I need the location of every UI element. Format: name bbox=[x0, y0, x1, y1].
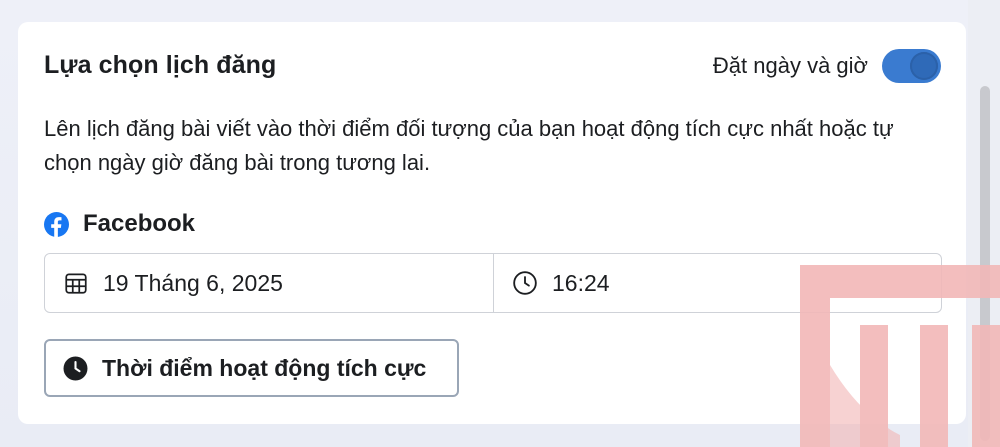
date-picker[interactable]: 19 Tháng 6, 2025 bbox=[45, 254, 494, 312]
time-picker[interactable]: 16:24 bbox=[494, 254, 610, 312]
active-times-label: Thời điểm hoạt động tích cực bbox=[102, 354, 427, 381]
card-description: Lên lịch đăng bài viết vào thời điểm đối… bbox=[44, 116, 894, 175]
platform-name: Facebook bbox=[83, 210, 196, 237]
card-title: Lựa chọn lịch đăng bbox=[44, 51, 277, 79]
facebook-icon bbox=[44, 211, 69, 237]
date-value: 19 Tháng 6, 2025 bbox=[103, 269, 283, 296]
scrollbar-track[interactable] bbox=[968, 0, 1000, 447]
schedule-datetime: 19 Tháng 6, 2025 16:24 bbox=[44, 253, 942, 313]
calendar-icon bbox=[65, 273, 87, 294]
clock-icon bbox=[513, 271, 537, 295]
schedule-card: Lựa chọn lịch đăng Đặt ngày và giờ Lên l… bbox=[18, 22, 966, 424]
toggle-knob bbox=[910, 52, 938, 80]
scrollbar-thumb[interactable] bbox=[980, 86, 990, 441]
clock-filled-icon bbox=[63, 356, 88, 380]
toggle-label: Đặt ngày và giờ bbox=[712, 53, 868, 78]
time-value: 16:24 bbox=[552, 269, 610, 296]
set-date-time-toggle[interactable] bbox=[882, 49, 941, 83]
platform-row: Facebook bbox=[44, 210, 195, 238]
active-times-button[interactable]: Thời điểm hoạt động tích cực bbox=[44, 339, 459, 397]
